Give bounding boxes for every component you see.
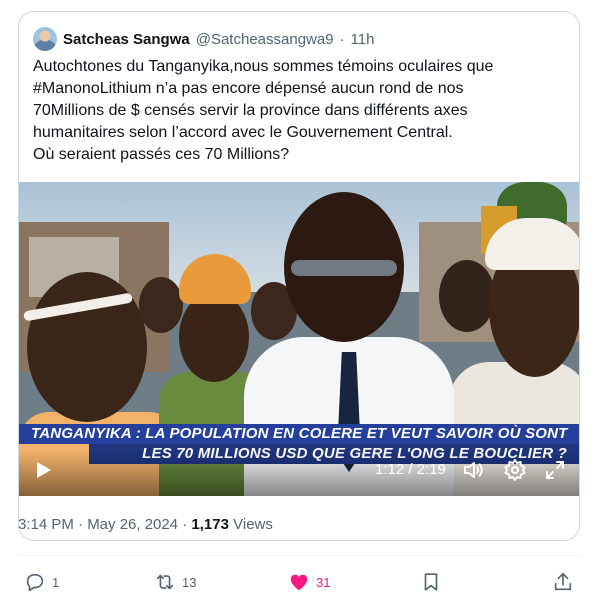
like-button[interactable]: 31: [288, 570, 330, 594]
play-icon[interactable]: [31, 458, 55, 482]
heart-icon: [290, 574, 308, 591]
tweet-text-line: #ManonoLithium n’a pas encore dépensé au…: [33, 80, 464, 97]
video-time-display: 1:12 / 2:19: [375, 461, 446, 478]
bookmark-icon: [424, 573, 438, 591]
settings-gear-icon[interactable]: [503, 458, 527, 482]
video-person: [179, 292, 249, 382]
video-person: [439, 260, 495, 332]
video-person-glasses: [291, 260, 397, 276]
tweet-meta: 3:14 PM · May 26, 2024 · 1,173 Views: [18, 516, 273, 533]
like-count: 31: [316, 574, 331, 590]
tweet-text-line: Où seraient passés ces 70 Millions?: [33, 146, 290, 163]
retweet-button[interactable]: 13: [154, 570, 196, 594]
share-button[interactable]: [552, 570, 574, 594]
tweet-header: Satcheas Sangwa @Satcheassangwa9 · 11h: [33, 26, 374, 52]
video-player[interactable]: TANGANYIKA : LA POPULATION EN COLERE ET …: [19, 182, 579, 496]
tweet-text-line: 70Millions de $ censés servir la provinc…: [33, 102, 468, 119]
share-icon: [554, 572, 572, 591]
video-controls-bar: [19, 450, 579, 496]
tweet-text: Autochtones du Tanganyika,nous sommes té…: [33, 56, 573, 166]
video-person: [139, 277, 183, 333]
views-label: Views: [233, 516, 273, 533]
tweet-timestamp[interactable]: 3:14 PM · May 26, 2024 ·: [18, 516, 187, 533]
fullscreen-icon[interactable]: [543, 458, 567, 482]
retweet-count: 13: [182, 574, 197, 590]
tweet-text-line: humanitaires selon l’accord avec le Gouv…: [33, 124, 453, 141]
separator-dot: ·: [339, 30, 345, 48]
reply-icon: [26, 573, 44, 592]
retweet-icon: [156, 574, 174, 590]
avatar[interactable]: [33, 27, 57, 51]
video-news-banner: TANGANYIKA : LA POPULATION EN COLERE ET …: [19, 424, 579, 444]
reply-count: 1: [52, 574, 60, 590]
reply-button[interactable]: 1: [24, 570, 59, 594]
divider: [18, 555, 580, 556]
user-handle[interactable]: @Satcheassangwa9: [196, 31, 334, 48]
bookmark-button[interactable]: [420, 570, 442, 594]
tweet-card[interactable]: Satcheas Sangwa @Satcheassangwa9 · 11h A…: [18, 11, 580, 541]
volume-icon[interactable]: [461, 458, 485, 482]
display-name[interactable]: Satcheas Sangwa: [63, 31, 190, 48]
views-count: 1,173: [191, 516, 229, 533]
tweet-text-line: Autochtones du Tanganyika,nous sommes té…: [33, 58, 494, 75]
post-time[interactable]: 11h: [351, 31, 375, 48]
